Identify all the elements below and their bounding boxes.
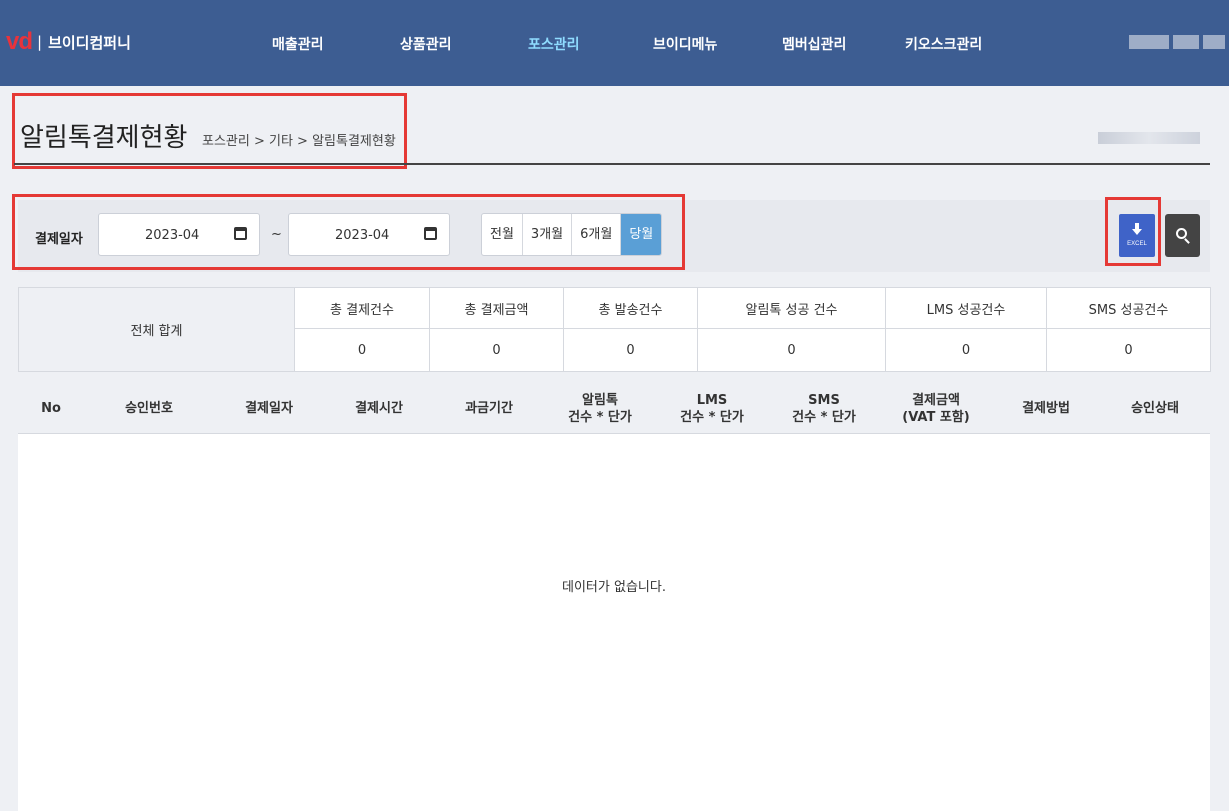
summary-value: 0 (697, 328, 886, 372)
nav-membership[interactable]: 멤버십관리 (782, 34, 846, 54)
summary-value: 0 (885, 328, 1047, 372)
summary-header: 총 결제건수 (294, 287, 430, 329)
column-header[interactable]: 과금기간 (434, 384, 544, 434)
column-header[interactable]: 승인상태 (1100, 384, 1210, 434)
period-6-months-button[interactable]: 6개월 (572, 214, 622, 255)
summary-header: 총 발송건수 (563, 287, 698, 329)
end-date-input[interactable]: 2023-04 (288, 213, 450, 256)
page-header-highlight: 알림톡결제현황 포스관리 > 기타 > 알림톡결제현황 (12, 93, 407, 169)
column-header[interactable]: 승인번호 (84, 384, 214, 434)
list-table-header: No 승인번호 결제일자 결제시간 과금기간 알림톡 건수 * 단가 LMS 건수 … (18, 384, 1210, 434)
summary-header: 총 결제금액 (429, 287, 564, 329)
column-header[interactable]: No (18, 384, 84, 434)
column-header[interactable]: 알림톡 건수 * 단가 (544, 384, 656, 434)
header-info-redacted (1098, 132, 1200, 144)
user-info-redacted[interactable] (1129, 35, 1229, 49)
nav-products[interactable]: 상품관리 (400, 34, 452, 54)
period-prev-month-button[interactable]: 전월 (482, 214, 523, 255)
calendar-icon[interactable] (424, 227, 437, 240)
period-button-group: 전월 3개월 6개월 당월 (481, 213, 663, 256)
period-3-months-button[interactable]: 3개월 (523, 214, 573, 255)
summary-header: SMS 성공건수 (1046, 287, 1211, 329)
nav-pos[interactable]: 포스관리 (528, 34, 580, 54)
breadcrumb: 포스관리 > 기타 > 알림톡결제현황 (202, 134, 396, 149)
excel-label: EXCEL (1127, 241, 1147, 247)
column-header[interactable]: SMS 건수 * 단가 (768, 384, 880, 434)
main-menu: 매출관리 상품관리 포스관리 브이디메뉴 멤버십관리 키오스크관리 (0, 34, 1229, 54)
column-header[interactable]: 결제시간 (324, 384, 434, 434)
summary-value: 0 (429, 328, 564, 372)
column-header[interactable]: 결제일자 (214, 384, 324, 434)
column-header[interactable]: 결제금액 (VAT 포함) (880, 384, 992, 434)
summary-table: 전체 합계 총 결제건수 총 결제금액 총 발송건수 알림톡 성공 건수 LMS… (18, 287, 1211, 372)
date-range-separator: ~ (271, 227, 282, 242)
excel-download-button[interactable]: EXCEL (1119, 214, 1155, 257)
summary-header: 알림톡 성공 건수 (697, 287, 886, 329)
summary-value: 0 (1046, 328, 1211, 372)
calendar-icon[interactable] (234, 227, 247, 240)
nav-vd-menu[interactable]: 브이디메뉴 (653, 34, 717, 54)
nav-sales[interactable]: 매출관리 (272, 34, 324, 54)
summary-total-label: 전체 합계 (18, 287, 295, 372)
start-date-value: 2023-04 (145, 228, 200, 243)
title-divider (14, 163, 1210, 165)
column-header[interactable]: LMS 건수 * 단가 (656, 384, 768, 434)
nav-kiosk[interactable]: 키오스크관리 (905, 34, 982, 54)
end-date-value: 2023-04 (335, 228, 390, 243)
download-icon (1132, 223, 1142, 235)
period-this-month-button[interactable]: 당월 (621, 214, 662, 255)
top-nav-bar: vd | 브이디컴퍼니 매출관리 상품관리 포스관리 브이디메뉴 멤버십관리 키… (0, 0, 1229, 86)
search-button[interactable] (1165, 214, 1200, 257)
start-date-input[interactable]: 2023-04 (98, 213, 260, 256)
summary-value: 0 (294, 328, 430, 372)
summary-value: 0 (563, 328, 698, 372)
page-title: 알림톡결제현황 (20, 123, 188, 153)
list-table-body: 데이터가 없습니다. (18, 434, 1210, 811)
payment-date-label: 결제일자 (35, 232, 83, 247)
column-header[interactable]: 결제방법 (992, 384, 1100, 434)
empty-state-message: 데이터가 없습니다. (562, 580, 666, 595)
summary-header: LMS 성공건수 (885, 287, 1047, 329)
